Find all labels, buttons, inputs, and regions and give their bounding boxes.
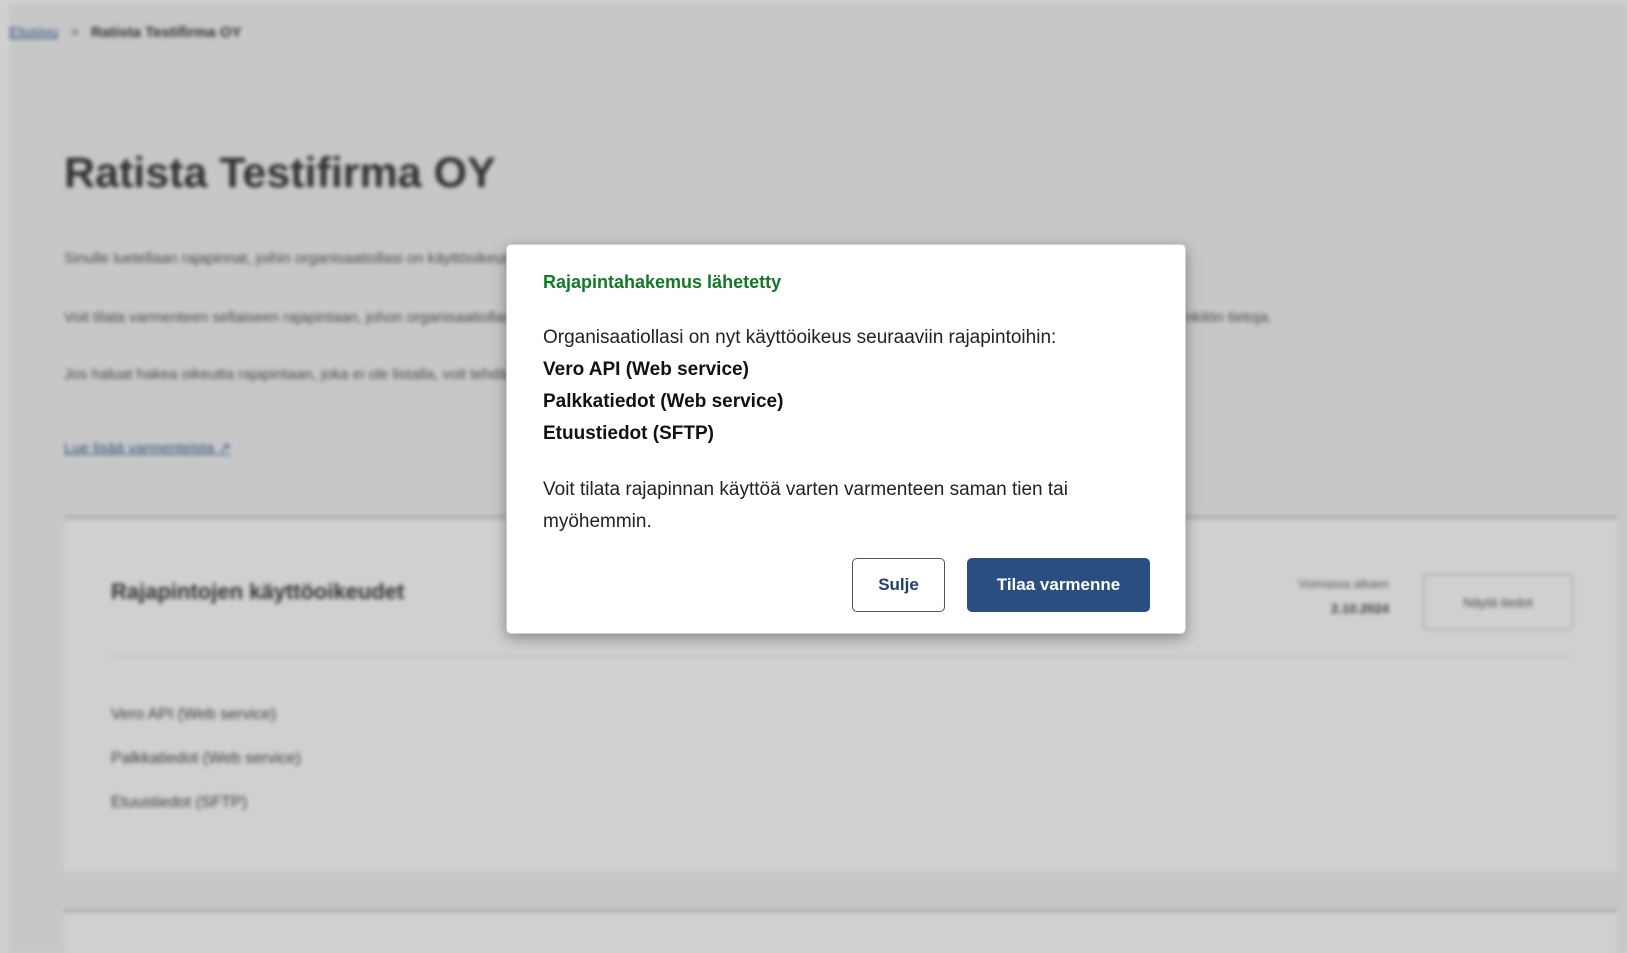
dialog-info-text: Voit tilata rajapinnan käyttöä varten va… [543, 479, 1068, 532]
dialog-api-item: Vero API (Web service) [543, 359, 749, 380]
application-sent-dialog: Rajapintahakemus lähetetty Organisaatiol… [506, 244, 1186, 634]
close-button[interactable]: Sulje [852, 558, 945, 612]
dialog-lead-text: Organisaatiollasi on nyt käyttöoikeus se… [543, 327, 1057, 348]
dialog-api-item: Palkkatiedot (Web service) [543, 391, 784, 412]
dialog-api-item: Etuustiedot (SFTP) [543, 423, 714, 444]
order-certificate-button[interactable]: Tilaa varmenne [967, 558, 1150, 612]
viewport: Etusivu > Ratista Testifirma OY Ratista … [0, 0, 1627, 953]
dialog-title: Rajapintahakemus lähetetty [543, 272, 782, 292]
